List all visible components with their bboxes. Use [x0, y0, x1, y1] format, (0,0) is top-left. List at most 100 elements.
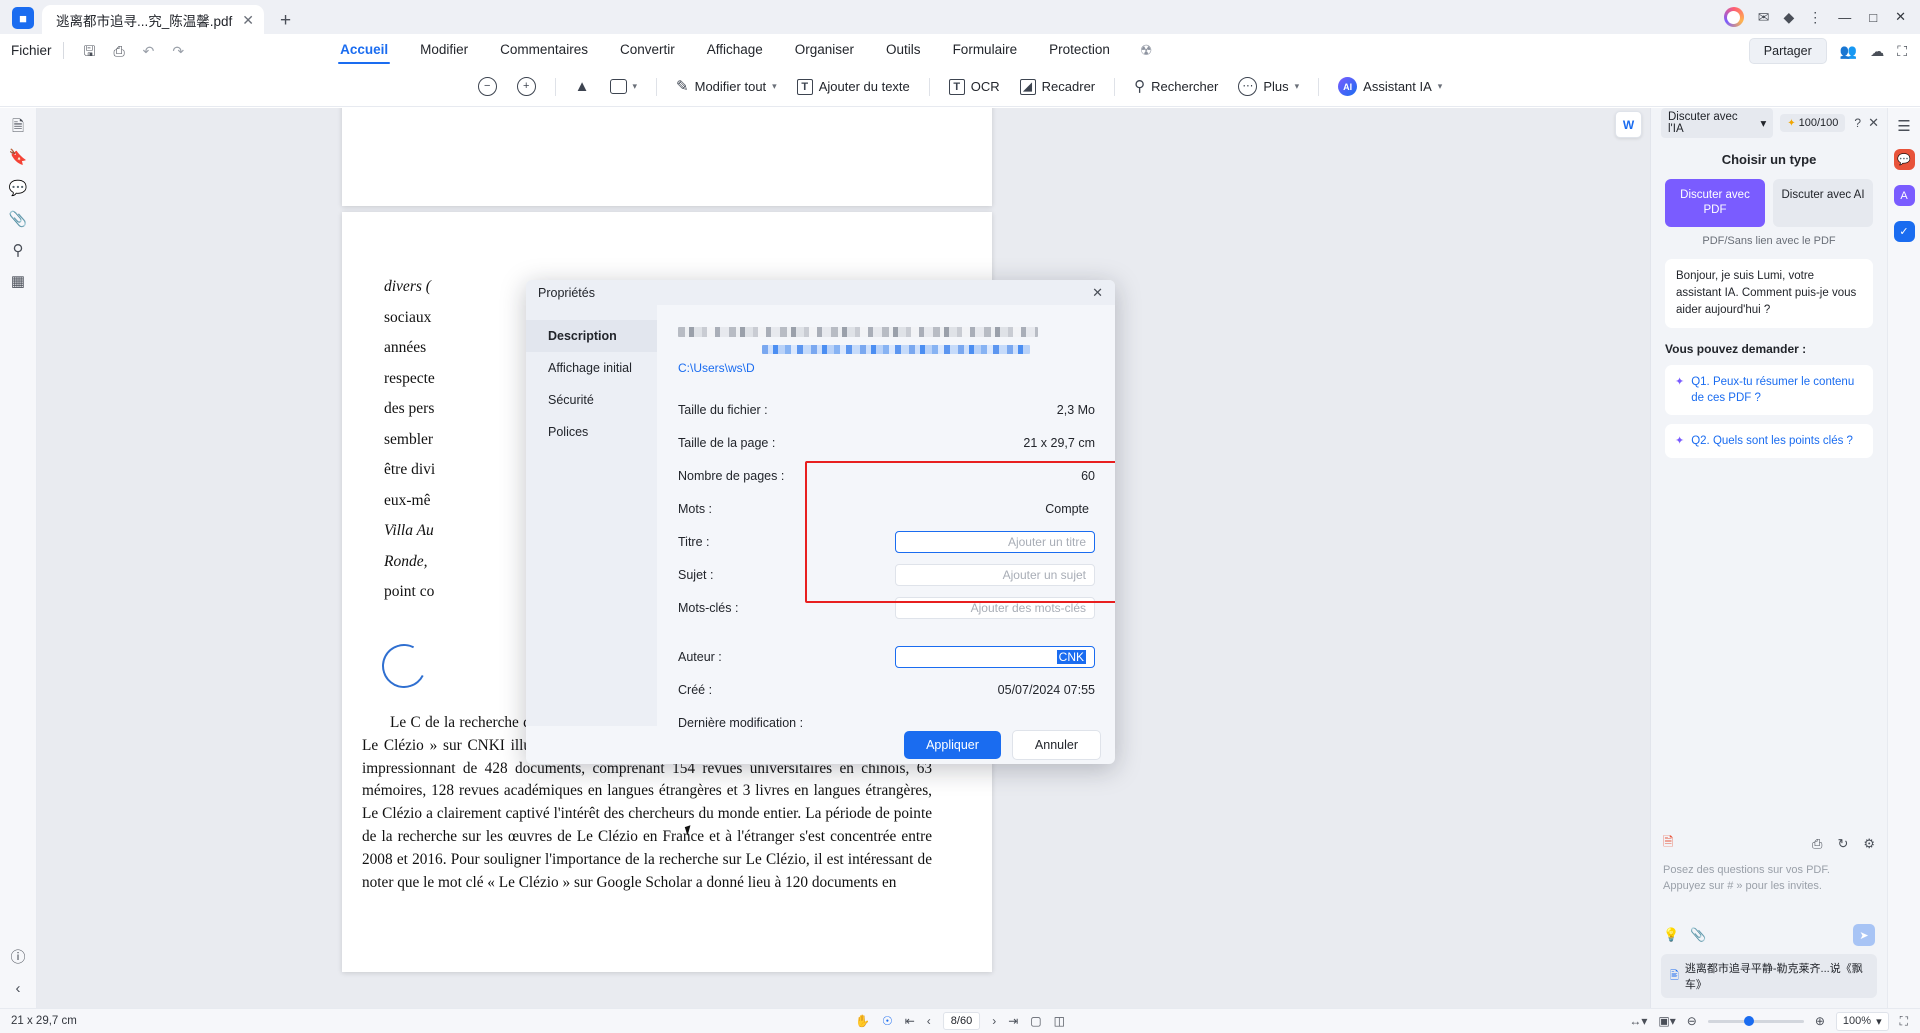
ribbon-tab-commentaires[interactable]: Commentaires [484, 37, 604, 64]
pages-icon[interactable]: 🗎 [12, 119, 24, 134]
message-icon[interactable]: ✉ [1758, 10, 1770, 24]
ai-chat-input[interactable]: Posez des questions sur vos PDF. Appuyez… [1663, 862, 1875, 920]
collapse-icon[interactable]: ‹ [15, 981, 20, 996]
ribbon-tab-outils[interactable]: Outils [870, 37, 937, 64]
subject-input[interactable]: Ajouter un sujet [895, 563, 1095, 586]
gift-icon[interactable]: ◆ [1783, 10, 1794, 24]
first-page-icon[interactable]: ⇤ [905, 1015, 915, 1027]
zoom-out-button[interactable]: − [468, 72, 507, 101]
word-count-button[interactable]: Compte [1039, 500, 1095, 518]
ribbon-tab-formulaire[interactable]: Formulaire [937, 37, 1034, 64]
ribbon-tab-affichage[interactable]: Affichage [691, 37, 779, 64]
attachment-icon[interactable]: 📎 [1690, 927, 1706, 943]
shape-button[interactable]: ▾ [600, 74, 648, 99]
help-icon[interactable]: ? [1854, 116, 1861, 130]
modifier-tout-button[interactable]: ✎ Modifier tout ▾ [666, 74, 787, 99]
select-icon[interactable]: ☉ [882, 1015, 893, 1027]
nav-item-securite[interactable]: Sécurité [526, 384, 657, 416]
zoom-slider[interactable] [1707, 1016, 1804, 1026]
ai-suggested-question-2[interactable]: ✦ Q2. Quels sont les points clés ? [1665, 424, 1873, 458]
menu-fichier[interactable]: Fichier [11, 43, 52, 58]
check-icon[interactable]: ✓ [1893, 221, 1915, 242]
undo-icon[interactable]: ↶ [143, 44, 155, 58]
ocr-button[interactable]: T OCR [939, 74, 1010, 100]
last-page-icon[interactable]: ⇥ [1008, 1015, 1018, 1027]
more-icon[interactable]: ⋮ [1808, 10, 1822, 24]
rechercher-button[interactable]: ⚲ Rechercher [1124, 74, 1228, 99]
view-mode-icon[interactable]: ▣▾ [1658, 1015, 1675, 1027]
help-icon[interactable]: ⓘ [10, 950, 25, 965]
settings-icon[interactable]: ⚙ [1863, 836, 1875, 852]
new-tab-icon[interactable]: + [280, 11, 291, 30]
window-maximize-button[interactable]: □ [1867, 10, 1879, 25]
next-page-icon[interactable]: › [992, 1015, 996, 1027]
copy-icon[interactable]: ⎙ [1812, 836, 1822, 852]
nav-item-affichage-initial[interactable]: Affichage initial [526, 352, 657, 384]
keywords-input[interactable]: Ajouter des mots-clés [895, 596, 1095, 619]
ai-type-ai[interactable]: Discuter avec AI [1773, 179, 1873, 227]
layers-icon[interactable]: ▦ [11, 274, 25, 289]
prompt-idea-icon[interactable]: 💡 [1663, 927, 1679, 943]
ribbon-tab-modifier[interactable]: Modifier [404, 37, 484, 64]
share-button[interactable]: Partager [1748, 37, 1827, 64]
page-indicator[interactable]: 8/60 [942, 1012, 981, 1030]
window-close-button[interactable]: ✕ [1893, 9, 1908, 25]
bookmark-icon[interactable]: 🔖 [9, 150, 28, 165]
ribbon-tab-convertir[interactable]: Convertir [604, 37, 691, 64]
ai-mode-dropdown[interactable]: Discuter avec l'IA ▾ [1661, 108, 1774, 138]
recadrer-button[interactable]: ◢ Recadrer [1010, 74, 1105, 100]
chat-bubble-icon[interactable]: 💬 [1893, 149, 1915, 170]
zoom-slider-knob[interactable] [1744, 1016, 1755, 1026]
fullscreen-icon[interactable]: ⛶ [1900, 1015, 1908, 1027]
comment-icon[interactable]: 💬 [9, 181, 28, 196]
fit-width-icon[interactable]: ↔▾ [1629, 1015, 1647, 1027]
nav-item-description[interactable]: Description [526, 320, 657, 352]
watermark-button[interactable]: W [1615, 111, 1642, 138]
send-button[interactable]: ➤ [1853, 924, 1875, 946]
ajouter-texte-button[interactable]: T Ajouter du texte [787, 74, 920, 100]
attachment-icon[interactable]: 📎 [9, 212, 28, 227]
zoom-out-icon[interactable]: ⊖ [1687, 1015, 1697, 1027]
redo-icon[interactable]: ↷ [172, 44, 184, 58]
ai-credits-badge[interactable]: ✦ 100/100 [1780, 114, 1846, 132]
ribbon-tab-protection[interactable]: Protection [1033, 37, 1126, 64]
save-icon[interactable]: 🖫 [84, 44, 96, 58]
zoom-in-button[interactable]: + [507, 72, 546, 101]
close-icon[interactable]: ✕ [242, 13, 254, 27]
highlight-button[interactable]: ▲ [565, 74, 600, 99]
users-icon[interactable]: 👥 [1840, 44, 1857, 58]
hand-icon[interactable]: ✋ [855, 1015, 870, 1027]
window-minimize-button[interactable]: — [1836, 10, 1853, 25]
plus-button[interactable]: ⋯ Plus ▾ [1228, 72, 1309, 101]
cancel-button[interactable]: Annuler [1011, 730, 1101, 760]
nav-item-polices[interactable]: Polices [526, 416, 657, 448]
pdf-file-icon[interactable]: 🗎 [1663, 833, 1673, 855]
panel-toggle-icon[interactable]: ☰ [1897, 119, 1910, 134]
close-icon[interactable]: ✕ [1868, 115, 1879, 131]
document-viewport[interactable]: ³ Claude Cavallero, « Les marges et l'or… [37, 108, 1650, 1008]
search-icon[interactable]: ⚲ [13, 243, 24, 258]
assistant-ia-button[interactable]: AI Assistant IA ▾ [1328, 72, 1452, 101]
ribbon-tab-organiser[interactable]: Organiser [779, 37, 870, 64]
expand-icon[interactable]: ⛶ [1897, 44, 1907, 58]
ribbon-tab-accueil[interactable]: Accueil [324, 37, 404, 64]
history-icon[interactable]: ↻ [1837, 836, 1848, 852]
prev-page-icon[interactable]: ‹ [927, 1015, 931, 1027]
apply-button[interactable]: Appliquer [904, 731, 1001, 759]
document-tab[interactable]: 逃离都市追寻...究_陈温馨.pdf ✕ [42, 5, 265, 34]
close-icon[interactable]: ✕ [1088, 284, 1107, 301]
author-input[interactable]: CNK [895, 645, 1095, 668]
zoom-in-icon[interactable]: ⊕ [1815, 1015, 1825, 1027]
ai-icon[interactable]: A [1893, 185, 1915, 206]
properties-dialog[interactable]: Propriétés ✕ Description Affichage initi… [526, 280, 1115, 764]
ai-type-pdf[interactable]: Discuter avec PDF [1665, 179, 1765, 227]
print-icon[interactable]: ⎙ [113, 44, 124, 58]
ai-suggested-question-1[interactable]: ✦ Q1. Peux-tu résumer le contenu de ces … [1665, 365, 1873, 415]
lightbulb-icon[interactable]: ☢ [1140, 42, 1153, 59]
single-page-icon[interactable]: ▢ [1030, 1015, 1041, 1027]
avatar[interactable] [1723, 7, 1744, 27]
cloud-icon[interactable]: ☁ [1870, 44, 1884, 58]
title-input[interactable]: Ajouter un titre [895, 530, 1095, 553]
facing-page-icon[interactable]: ◫ [1054, 1015, 1065, 1027]
zoom-level-dropdown[interactable]: 100% ▾ [1835, 1011, 1889, 1031]
